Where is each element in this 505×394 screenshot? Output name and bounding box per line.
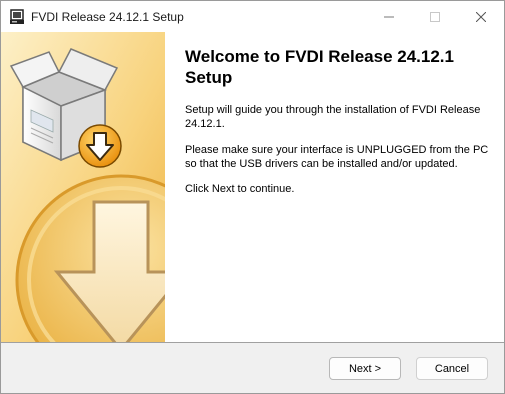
title-bar[interactable]: FVDI Release 24.12.1 Setup xyxy=(1,1,504,32)
installer-window: FVDI Release 24.12.1 Setup Welcome to FV… xyxy=(0,0,505,394)
minimize-icon xyxy=(384,16,394,17)
installer-app-icon xyxy=(10,9,24,24)
next-button[interactable]: Next > xyxy=(329,357,401,380)
close-button[interactable] xyxy=(458,1,504,32)
maximize-icon xyxy=(430,11,440,22)
cancel-button[interactable]: Cancel xyxy=(416,357,488,380)
wizard-banner xyxy=(1,32,165,342)
intro-paragraph: Setup will guide you through the install… xyxy=(185,104,481,130)
continue-instruction: Click Next to continue. xyxy=(185,183,295,195)
unplug-warning-paragraph: Please make sure your interface is UNPLU… xyxy=(185,144,489,170)
wizard-footer: Next > Cancel xyxy=(1,343,504,393)
maximize-button xyxy=(412,1,458,32)
minimize-button[interactable] xyxy=(366,1,412,32)
setup-banner-graphic xyxy=(1,32,165,342)
window-title: FVDI Release 24.12.1 Setup xyxy=(31,10,184,24)
welcome-heading: Welcome to FVDI Release 24.12.1 Setup xyxy=(185,47,454,87)
close-icon xyxy=(476,11,486,22)
welcome-content: Welcome to FVDI Release 24.12.1 Setup Se… xyxy=(165,32,504,342)
